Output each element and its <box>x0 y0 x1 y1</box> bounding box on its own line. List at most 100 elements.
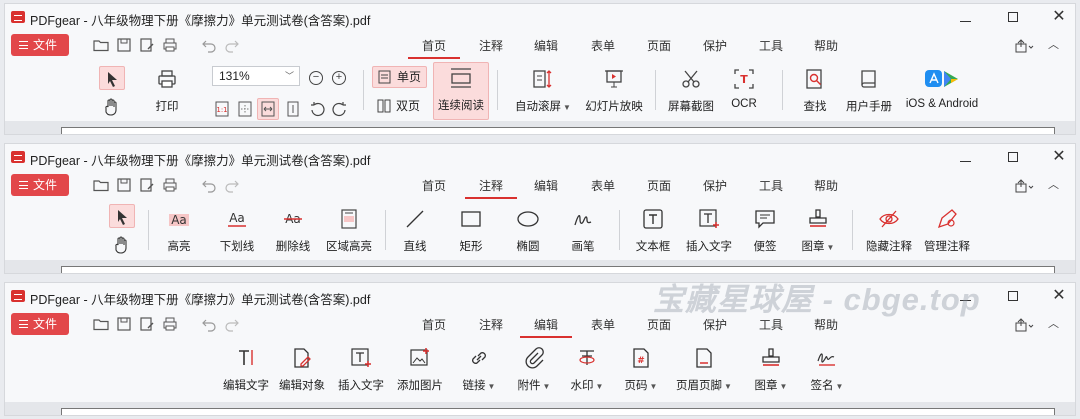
actual-size-icon[interactable]: 1:1 <box>214 101 230 117</box>
zoom-in-icon[interactable]: + <box>332 71 346 85</box>
tab-form[interactable]: 表单 <box>591 177 615 194</box>
user-manual-button[interactable]: 用户手册 <box>841 64 897 118</box>
manage-annotations-button[interactable]: 管理注释 <box>919 204 975 258</box>
pen-button[interactable]: 画笔 <box>563 204 603 258</box>
save-icon[interactable] <box>116 37 132 53</box>
line-button[interactable]: 直线 <box>395 204 435 258</box>
tab-help[interactable]: 帮助 <box>814 37 838 54</box>
tab-annotate[interactable]: 注释 <box>479 37 503 54</box>
save-as-icon[interactable] <box>139 177 155 193</box>
save-as-icon[interactable] <box>139 37 155 53</box>
header-footer-button[interactable]: 页眉页脚 ▼ <box>673 343 735 397</box>
redo-icon[interactable] <box>224 316 240 332</box>
fit-width-button[interactable] <box>257 98 279 120</box>
tab-edit[interactable]: 编辑 <box>519 316 573 338</box>
edit-text-button[interactable]: 编辑文字 <box>221 343 271 397</box>
open-folder-icon[interactable] <box>93 177 109 193</box>
minimize-button[interactable] <box>955 148 975 166</box>
tab-tools[interactable]: 工具 <box>759 177 783 194</box>
strikethrough-button[interactable]: Aa 删除线 <box>269 204 317 258</box>
tab-edit[interactable]: 编辑 <box>534 177 558 194</box>
highlight-button[interactable]: Aa 高亮 <box>157 204 201 258</box>
edit-object-button[interactable]: 编辑对象 <box>277 343 327 397</box>
tab-home[interactable]: 首页 <box>422 316 446 333</box>
tab-page[interactable]: 页面 <box>647 37 671 54</box>
ocr-button[interactable]: T OCR <box>723 64 765 118</box>
open-folder-icon[interactable] <box>93 316 109 332</box>
auto-scroll-button[interactable]: 自动滚屏 ▼ <box>511 64 575 118</box>
add-image-button[interactable]: 添加图片 <box>394 343 446 397</box>
hide-annotations-button[interactable]: 隐藏注释 <box>861 204 917 258</box>
select-tool-button[interactable] <box>99 66 125 90</box>
share-icon[interactable] <box>1015 318 1035 332</box>
print-quick-icon[interactable] <box>162 316 178 332</box>
tab-annotate[interactable]: 注释 <box>464 177 518 199</box>
tab-tools[interactable]: 工具 <box>759 37 783 54</box>
undo-icon[interactable] <box>201 177 217 193</box>
hand-tool-icon[interactable] <box>114 236 130 254</box>
rotate-right-icon[interactable] <box>332 101 348 117</box>
rectangle-button[interactable]: 矩形 <box>451 204 491 258</box>
find-button[interactable]: 查找 <box>795 64 835 118</box>
open-folder-icon[interactable] <box>93 37 109 53</box>
file-menu-button[interactable]: 文件 <box>11 313 69 335</box>
select-tool-button[interactable] <box>109 204 135 228</box>
tab-page[interactable]: 页面 <box>647 177 671 194</box>
text-box-button[interactable]: 文本框 <box>629 204 677 258</box>
share-icon[interactable] <box>1015 39 1035 53</box>
tab-home[interactable]: 首页 <box>422 177 446 194</box>
attachment-button[interactable]: 附件 ▼ <box>512 343 556 397</box>
minimize-button[interactable] <box>955 8 975 26</box>
maximize-button[interactable] <box>1003 287 1023 305</box>
save-icon[interactable] <box>116 316 132 332</box>
undo-icon[interactable] <box>201 316 217 332</box>
insert-text-button[interactable]: 插入文字 <box>681 204 737 258</box>
slideshow-button[interactable]: 幻灯片放映 <box>582 64 646 118</box>
save-icon[interactable] <box>116 177 132 193</box>
link-button[interactable]: 链接 ▼ <box>457 343 501 397</box>
maximize-button[interactable] <box>1003 148 1023 166</box>
collapse-ribbon-icon[interactable]: ︿ <box>1048 36 1059 52</box>
ellipse-button[interactable]: 椭圆 <box>508 204 548 258</box>
file-menu-button[interactable]: 文件 <box>11 174 69 196</box>
print-quick-icon[interactable] <box>162 177 178 193</box>
sticky-note-button[interactable]: 便签 <box>745 204 785 258</box>
continuous-read-button[interactable]: 连续阅读 <box>433 62 489 120</box>
tab-help[interactable]: 帮助 <box>814 177 838 194</box>
tab-form[interactable]: 表单 <box>591 37 615 54</box>
redo-icon[interactable] <box>224 177 240 193</box>
print-button[interactable]: 打印 <box>147 64 187 118</box>
area-highlight-button[interactable]: 区域高亮 <box>321 204 377 258</box>
stamp-button[interactable]: 图章 ▼ <box>749 343 793 397</box>
save-as-icon[interactable] <box>139 316 155 332</box>
double-page-button[interactable]: 双页 <box>372 96 427 118</box>
tab-edit[interactable]: 编辑 <box>534 37 558 54</box>
collapse-ribbon-icon[interactable]: ︿ <box>1048 315 1059 331</box>
maximize-button[interactable] <box>1003 8 1023 26</box>
tab-home[interactable]: 首页 <box>407 37 461 59</box>
zoom-out-icon[interactable]: − <box>309 71 323 85</box>
rotate-left-icon[interactable] <box>309 101 325 117</box>
signature-button[interactable]: 签名 ▼ <box>805 343 849 397</box>
undo-icon[interactable] <box>201 37 217 53</box>
print-quick-icon[interactable] <box>162 37 178 53</box>
underline-button[interactable]: Aa 下划线 <box>213 204 261 258</box>
fit-page-icon[interactable] <box>237 101 253 117</box>
file-menu-button[interactable]: 文件 <box>11 34 69 56</box>
page-number-button[interactable]: # 页码 ▼ <box>619 343 663 397</box>
screenshot-button[interactable]: 屏幕截图 <box>663 64 719 118</box>
zoom-select[interactable]: 131% ﹀ <box>212 66 300 86</box>
tab-protect[interactable]: 保护 <box>703 37 727 54</box>
close-button[interactable]: ✕ <box>1049 148 1069 166</box>
single-page-button[interactable]: 单页 <box>372 66 427 88</box>
watermark-button[interactable]: 水印 ▼ <box>565 343 609 397</box>
ios-android-button[interactable]: iOS & Android <box>899 64 985 118</box>
close-button[interactable]: ✕ <box>1049 8 1069 26</box>
hand-tool-icon[interactable] <box>104 98 120 116</box>
stamp-button[interactable]: 图章 ▼ <box>795 204 841 258</box>
share-icon[interactable] <box>1015 179 1035 193</box>
fit-height-icon[interactable] <box>285 101 301 117</box>
close-button[interactable]: ✕ <box>1049 287 1069 305</box>
tab-annotate[interactable]: 注释 <box>479 316 503 333</box>
tab-form[interactable]: 表单 <box>591 316 615 333</box>
